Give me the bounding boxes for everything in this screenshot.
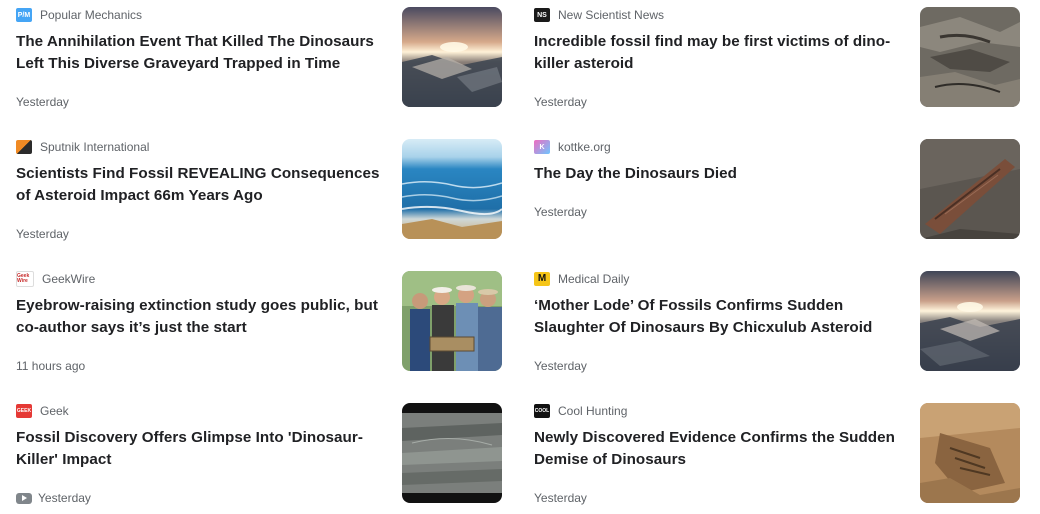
article-thumbnail[interactable] [920, 271, 1020, 371]
article-time: Yesterday [38, 491, 91, 505]
source-name: New Scientist News [558, 8, 665, 22]
article-title[interactable]: The Annihilation Event That Killed The D… [16, 31, 388, 75]
article-title[interactable]: Incredible fossil find may be first vict… [534, 31, 906, 75]
sputnik-logo-icon [16, 140, 32, 154]
news-grid: P/M Popular Mechanics The Annihilation E… [0, 0, 1040, 514]
article-thumbnail[interactable] [402, 271, 502, 371]
popular-mechanics-logo-icon: P/M [16, 8, 32, 22]
article-thumbnail[interactable] [920, 7, 1020, 107]
medical-daily-logo-icon: M [534, 272, 550, 286]
source-name: GeekWire [42, 272, 96, 286]
geekwire-logo-icon: Geek Wire [16, 271, 34, 287]
article-time-row: Yesterday [16, 491, 91, 505]
article-thumbnail[interactable] [402, 7, 502, 107]
article-title[interactable]: Scientists Find Fossil REVEALING Consequ… [16, 163, 388, 207]
youtube-icon [16, 492, 32, 504]
article-time: Yesterday [534, 359, 587, 373]
article-thumbnail[interactable] [402, 403, 502, 503]
geek-logo-icon: GEEK [16, 404, 32, 418]
article-title[interactable]: Eyebrow-raising extinction study goes pu… [16, 295, 388, 339]
article-time: Yesterday [534, 95, 587, 109]
news-card[interactable]: NS New Scientist News Incredible fossil … [534, 7, 1036, 109]
source-row: Sputnik International [16, 139, 149, 155]
article-time: Yesterday [16, 227, 69, 241]
article-time: Yesterday [534, 491, 587, 505]
source-name: Sputnik International [40, 140, 150, 154]
news-card[interactable]: K kottke.org The Day the Dinosaurs Died … [534, 139, 1036, 241]
source-name: Popular Mechanics [40, 8, 143, 22]
kottke-logo-icon: K [534, 140, 550, 154]
news-card[interactable]: GEEK Geek Fossil Discovery Offers Glimps… [16, 403, 518, 505]
source-name: Medical Daily [558, 272, 630, 286]
cool-hunting-logo-icon: COOL [534, 404, 550, 418]
new-scientist-logo-icon: NS [534, 8, 550, 22]
news-card[interactable]: P/M Popular Mechanics The Annihilation E… [16, 7, 518, 109]
source-row: COOL Cool Hunting [534, 403, 627, 419]
article-time: 11 hours ago [16, 359, 86, 373]
source-row: NS New Scientist News [534, 7, 664, 23]
source-row: Geek Wire GeekWire [16, 271, 95, 287]
news-card[interactable]: COOL Cool Hunting Newly Discovered Evide… [534, 403, 1036, 505]
article-thumbnail[interactable] [402, 139, 502, 239]
source-row: M Medical Daily [534, 271, 629, 287]
source-row: GEEK Geek [16, 403, 69, 419]
article-title[interactable]: The Day the Dinosaurs Died [534, 163, 906, 185]
source-row: K kottke.org [534, 139, 611, 155]
source-row: P/M Popular Mechanics [16, 7, 142, 23]
news-card[interactable]: M Medical Daily ‘Mother Lode’ Of Fossils… [534, 271, 1036, 373]
source-name: kottke.org [558, 140, 611, 154]
article-time: Yesterday [534, 205, 587, 219]
news-card[interactable]: Geek Wire GeekWire Eyebrow-raising extin… [16, 271, 518, 373]
article-thumbnail[interactable] [920, 403, 1020, 503]
article-time: Yesterday [16, 95, 69, 109]
article-title[interactable]: Newly Discovered Evidence Confirms the S… [534, 427, 906, 471]
article-title[interactable]: ‘Mother Lode’ Of Fossils Confirms Sudden… [534, 295, 906, 339]
news-card[interactable]: Sputnik International Scientists Find Fo… [16, 139, 518, 241]
article-thumbnail[interactable] [920, 139, 1020, 239]
source-name: Geek [40, 404, 69, 418]
source-name: Cool Hunting [558, 404, 628, 418]
article-title[interactable]: Fossil Discovery Offers Glimpse Into 'Di… [16, 427, 388, 471]
